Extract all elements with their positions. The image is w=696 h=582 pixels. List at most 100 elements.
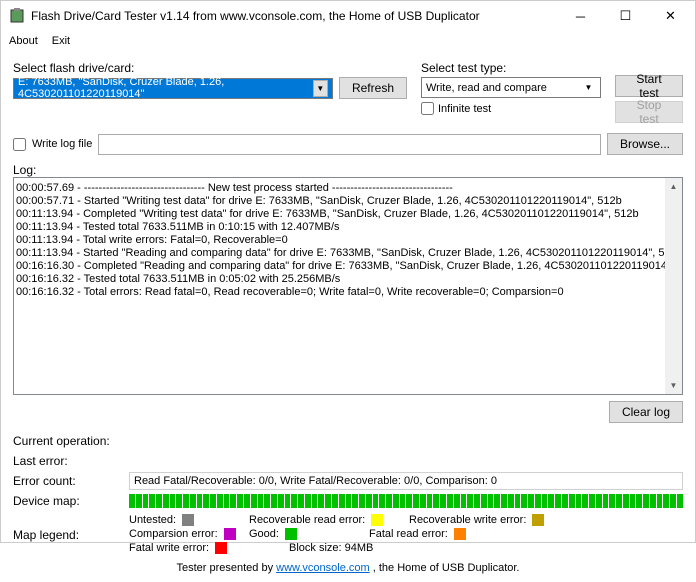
swatch-rec-read xyxy=(371,514,383,526)
map-block xyxy=(393,494,399,508)
map-block xyxy=(163,494,169,508)
clear-log-button[interactable]: Clear log xyxy=(609,401,683,423)
log-line: 00:11:13.94 - Completed "Writing test da… xyxy=(16,208,680,221)
map-block xyxy=(298,494,304,508)
map-block xyxy=(555,494,561,508)
map-block xyxy=(129,494,135,508)
log-line: 00:16:16.30 - Completed "Reading and com… xyxy=(16,260,680,273)
map-block xyxy=(548,494,554,508)
menu-about[interactable]: About xyxy=(9,35,38,47)
map-block xyxy=(291,494,297,508)
stop-test-button: Stop test xyxy=(615,101,683,123)
map-block xyxy=(318,494,324,508)
window-buttons: ─ ☐ ✕ xyxy=(558,2,693,30)
map-block xyxy=(677,494,683,508)
app-icon xyxy=(9,8,25,24)
legend-good: Good: xyxy=(249,528,279,540)
map-block xyxy=(217,494,223,508)
map-block xyxy=(244,494,250,508)
swatch-fatal-read xyxy=(454,528,466,540)
map-block xyxy=(278,494,284,508)
map-block xyxy=(346,494,352,508)
map-block xyxy=(197,494,203,508)
map-block xyxy=(542,494,548,508)
map-block xyxy=(481,494,487,508)
drive-selected: E: 7633MB, "SanDisk, Cruzer Blade, 1.26,… xyxy=(18,76,313,100)
map-block xyxy=(400,494,406,508)
map-block xyxy=(237,494,243,508)
map-block xyxy=(359,494,365,508)
start-test-button[interactable]: Start test xyxy=(615,75,683,97)
map-block xyxy=(461,494,467,508)
browse-button[interactable]: Browse... xyxy=(607,133,683,155)
map-block xyxy=(643,494,649,508)
map-block xyxy=(528,494,534,508)
map-block xyxy=(224,494,230,508)
last-error-label: Last error: xyxy=(13,454,129,468)
map-block xyxy=(413,494,419,508)
minimize-button[interactable]: ─ xyxy=(558,2,603,30)
map-block xyxy=(630,494,636,508)
log-line: 00:11:13.94 - Started "Reading and compa… xyxy=(16,247,680,260)
menu-exit[interactable]: Exit xyxy=(52,35,70,47)
map-block xyxy=(420,494,426,508)
test-type-label: Select test type: xyxy=(421,61,601,75)
map-block xyxy=(366,494,372,508)
map-block xyxy=(663,494,669,508)
log-label: Log: xyxy=(13,163,683,177)
map-block xyxy=(386,494,392,508)
map-block xyxy=(183,494,189,508)
swatch-comp xyxy=(224,528,236,540)
log-line: 00:00:57.71 - Started "Writing test data… xyxy=(16,195,680,208)
map-block xyxy=(251,494,257,508)
map-block xyxy=(264,494,270,508)
logfile-checkbox[interactable] xyxy=(13,138,26,151)
legend-rec-write: Recoverable write error: xyxy=(409,514,526,526)
footer-link[interactable]: www.vconsole.com xyxy=(276,562,370,574)
map-block xyxy=(609,494,615,508)
map-block xyxy=(521,494,527,508)
map-block xyxy=(258,494,264,508)
refresh-button[interactable]: Refresh xyxy=(339,77,407,99)
legend-fatal-write: Fatal write error: xyxy=(129,542,209,554)
log-box[interactable]: 00:00:57.69 - --------------------------… xyxy=(13,177,683,395)
map-block xyxy=(230,494,236,508)
swatch-untested xyxy=(182,514,194,526)
map-block xyxy=(433,494,439,508)
map-block xyxy=(325,494,331,508)
map-block xyxy=(271,494,277,508)
test-type-selected: Write, read and compare xyxy=(426,82,547,94)
close-button[interactable]: ✕ xyxy=(648,2,693,30)
device-map xyxy=(129,494,683,508)
infinite-checkbox[interactable] xyxy=(421,102,434,115)
log-line: 00:11:13.94 - Tested total 7633.511MB in… xyxy=(16,221,680,234)
map-block xyxy=(406,494,412,508)
drive-combo[interactable]: E: 7633MB, "SanDisk, Cruzer Blade, 1.26,… xyxy=(13,78,333,99)
map-block xyxy=(210,494,216,508)
legend-label: Map legend: xyxy=(13,528,129,542)
log-line: 00:00:57.69 - --------------------------… xyxy=(16,182,680,195)
map-block xyxy=(332,494,338,508)
map-block xyxy=(454,494,460,508)
map-block xyxy=(352,494,358,508)
drive-label: Select flash drive/card: xyxy=(13,61,407,75)
legend-comp: Comparsion error: xyxy=(129,528,218,540)
menubar: About Exit xyxy=(1,31,695,51)
legend-fatal-read: Fatal read error: xyxy=(369,528,448,540)
map-block xyxy=(657,494,663,508)
map-block xyxy=(136,494,142,508)
scrollbar[interactable]: ▲ ▼ xyxy=(665,178,682,394)
swatch-good xyxy=(285,528,297,540)
maximize-button[interactable]: ☐ xyxy=(603,2,648,30)
scroll-down-icon[interactable]: ▼ xyxy=(665,377,682,394)
logfile-path-input[interactable] xyxy=(98,134,601,155)
scroll-up-icon[interactable]: ▲ xyxy=(665,178,682,195)
chevron-down-icon: ▼ xyxy=(313,80,328,97)
legend-block: Block size: 94MB xyxy=(289,542,373,554)
test-type-combo[interactable]: Write, read and compare ▼ xyxy=(421,77,601,98)
map-block xyxy=(143,494,149,508)
window-title: Flash Drive/Card Tester v1.14 from www.v… xyxy=(31,9,558,23)
logfile-label: Write log file xyxy=(32,138,92,150)
map-block xyxy=(203,494,209,508)
map-block xyxy=(535,494,541,508)
